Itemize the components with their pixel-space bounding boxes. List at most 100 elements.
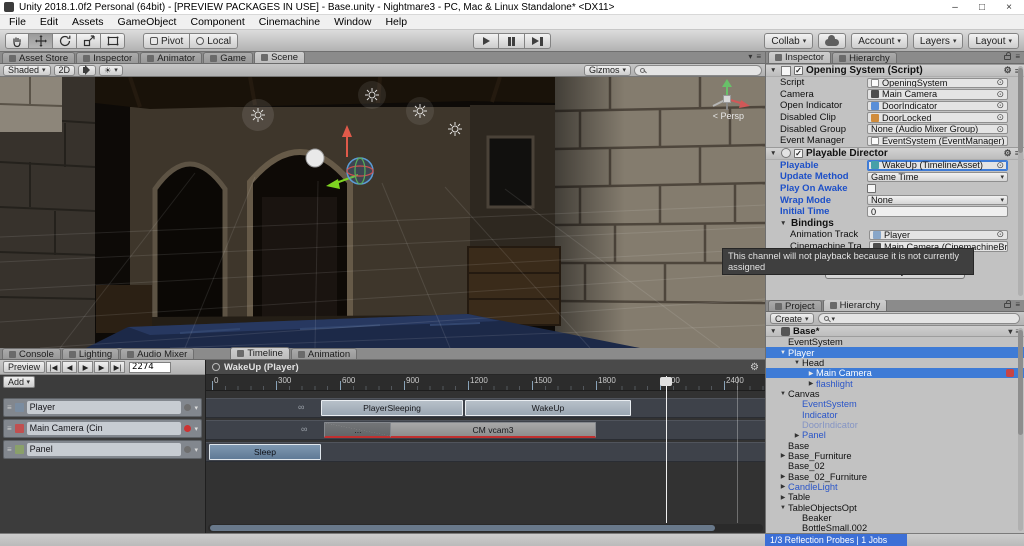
audioclip-object-field[interactable]: DoorLocked ⊙: [867, 112, 1008, 123]
scene-search[interactable]: [634, 64, 762, 76]
hierarchy-scrollbar[interactable]: [1018, 328, 1023, 531]
move-tool-button[interactable]: [29, 33, 53, 49]
maximize-button[interactable]: □: [971, 2, 993, 13]
dock-dropdown-icon[interactable]: ▾: [748, 52, 752, 61]
scene-fx-dropdown[interactable]: ☀ ▾: [99, 64, 123, 76]
account-dropdown[interactable]: Account ▾: [851, 33, 908, 49]
object-picker-icon[interactable]: ⊙: [996, 125, 1004, 134]
scene-asset-row[interactable]: ▼ Base* ▾ ≡: [766, 326, 1024, 337]
animation-track-object-field[interactable]: Player ⊙: [869, 229, 1008, 241]
dock-menu-icon[interactable]: ≡: [1015, 52, 1020, 61]
timeline-ruler[interactable]: 0 300 600 900 1200 1500 1800 2100 2400: [206, 375, 765, 391]
playable-director-header[interactable]: ▼ ✓ Playable Director ⚙ ≡: [766, 146, 1024, 160]
rotate-tool-button[interactable]: [53, 33, 77, 49]
component-enabled-checkbox[interactable]: ✓: [794, 66, 803, 75]
menu-gameobject[interactable]: GameObject: [111, 15, 184, 29]
tab-hierarchy[interactable]: Hierarchy: [822, 300, 888, 311]
object-picker-icon[interactable]: ⊙: [996, 79, 1004, 88]
animation-track-lane[interactable]: ∞ PlayerSleeping WakeUp: [206, 398, 765, 418]
hierarchy-item[interactable]: EventSystem: [766, 337, 1024, 347]
tab-hierarchy-top[interactable]: Hierarchy: [832, 52, 897, 64]
tab-timeline[interactable]: Timeline: [230, 347, 290, 359]
hierarchy-item-disabled[interactable]: DoorIndicator: [766, 420, 1024, 430]
record-button[interactable]: [184, 404, 192, 411]
object-picker-icon[interactable]: ⊙: [996, 231, 1004, 240]
local-toggle[interactable]: Local: [190, 33, 239, 49]
hierarchy-search[interactable]: ▾: [817, 313, 1020, 324]
object-picker-icon[interactable]: ⊙: [996, 113, 1004, 122]
playable-object-field[interactable]: WakeUp (TimelineAsset) ⊙: [867, 160, 1008, 171]
expand-arrow[interactable]: ▼: [778, 350, 788, 356]
cinemachine-track-header[interactable]: ≡ Main Camera (Cin ▾: [3, 419, 202, 438]
hierarchy-item-selected[interactable]: ▶ Main Camera: [766, 368, 1024, 379]
timeline-play-button[interactable]: ▶: [78, 361, 94, 373]
gear-icon[interactable]: ⚙: [1004, 65, 1012, 76]
tab-animator[interactable]: Animator: [140, 52, 203, 64]
expand-arrow[interactable]: ▶: [778, 494, 788, 501]
track-options-icon[interactable]: ▾: [194, 446, 198, 454]
tab-inspector-left[interactable]: Inspector: [76, 52, 140, 64]
script-field[interactable]: OpeningSystem ⊙: [867, 77, 1008, 89]
2d-toggle[interactable]: 2D: [53, 64, 76, 76]
clip-cm-vcam3[interactable]: CM vcam3: [390, 422, 596, 438]
shaded-dropdown[interactable]: Shaded ▾: [3, 64, 51, 76]
dock-menu-icon[interactable]: ≡: [756, 52, 761, 61]
activation-track-header[interactable]: ≡ Panel ▾: [3, 440, 202, 459]
tab-project[interactable]: Project: [768, 300, 822, 312]
play-on-awake-checkbox[interactable]: [867, 184, 876, 194]
preview-toggle[interactable]: Preview: [3, 361, 46, 373]
expand-arrow[interactable]: ▶: [778, 452, 788, 459]
hierarchy-item[interactable]: ▼ Canvas: [766, 389, 1024, 399]
tab-inspector[interactable]: Inspector: [768, 52, 832, 63]
hierarchy-item[interactable]: ▶ Base_02_Furniture: [766, 471, 1024, 482]
bindings-foldout-row[interactable]: ▼ Bindings: [766, 218, 1024, 230]
scale-tool-button[interactable]: [77, 33, 101, 49]
hierarchy-item[interactable]: EventSystem: [766, 399, 1024, 409]
activation-track-lane[interactable]: Sleep: [206, 442, 765, 462]
object-picker-icon[interactable]: ⊙: [996, 102, 1004, 111]
goto-start-button[interactable]: |◀: [46, 361, 62, 373]
initial-time-field[interactable]: 0: [867, 206, 1008, 217]
hierarchy-item[interactable]: ▶ Table: [766, 492, 1024, 502]
scene-viewport[interactable]: < Persp: [0, 77, 765, 348]
scene-audio-toggle[interactable]: [78, 64, 97, 76]
update-method-dropdown[interactable]: Game Time ▾: [867, 171, 1008, 183]
dock-menu-icon[interactable]: ≡: [1015, 300, 1020, 309]
current-frame-field[interactable]: [129, 361, 172, 373]
hierarchy-item[interactable]: ▶ flashlight: [766, 378, 1024, 389]
menu-cinemachine[interactable]: Cinemachine: [252, 15, 327, 29]
foldout-icon[interactable]: ▼: [770, 150, 778, 157]
close-button[interactable]: ×: [998, 2, 1020, 13]
persp-label[interactable]: < Persp: [713, 111, 744, 121]
gear-icon[interactable]: ⚙: [1004, 148, 1012, 159]
menu-edit[interactable]: Edit: [33, 15, 65, 29]
wrap-mode-dropdown[interactable]: None ▾: [867, 194, 1008, 206]
scene-3d-render[interactable]: < Persp: [0, 77, 765, 348]
foldout-icon[interactable]: ▼: [770, 67, 778, 74]
cloud-button[interactable]: [818, 33, 847, 49]
playhead-line[interactable]: [666, 376, 667, 523]
cinemachine-track-lane[interactable]: ∞ ... CM vcam3: [206, 420, 765, 440]
mixer-group-object-field[interactable]: None (Audio Mixer Group) ⊙: [867, 123, 1008, 135]
lock-icon[interactable]: [1004, 52, 1012, 60]
create-dropdown[interactable]: Create ▾: [770, 313, 814, 324]
timeline-hscrollbar[interactable]: [208, 524, 763, 532]
layers-dropdown[interactable]: Layers ▾: [912, 33, 964, 49]
hierarchy-item[interactable]: ▶ CandleLight: [766, 482, 1024, 492]
tab-asset-store[interactable]: Asset Store: [2, 52, 76, 64]
track-options-icon[interactable]: ▾: [194, 404, 198, 412]
play-button[interactable]: [473, 33, 499, 49]
hierarchy-item[interactable]: Base: [766, 440, 1024, 451]
hierarchy-item[interactable]: ▶ Panel: [766, 430, 1024, 440]
hierarchy-item[interactable]: Base_02: [766, 461, 1024, 471]
animation-track-header[interactable]: ≡ Player ▾: [3, 398, 202, 417]
hierarchy-item[interactable]: ▶ Base_Furniture: [766, 451, 1024, 461]
hierarchy-item[interactable]: ▼ Head: [766, 358, 1024, 368]
expand-arrow[interactable]: ▼: [778, 391, 788, 397]
menu-component[interactable]: Component: [183, 15, 251, 29]
opening-system-header[interactable]: ▼ ✓ Opening System (Script) ⚙ ≡: [766, 64, 1024, 77]
rect-tool-button[interactable]: [101, 33, 125, 49]
previous-frame-button[interactable]: ◀: [62, 361, 78, 373]
pivot-toggle[interactable]: Pivot: [143, 33, 191, 49]
scene-dropdown-icon[interactable]: ▾: [1008, 327, 1012, 336]
